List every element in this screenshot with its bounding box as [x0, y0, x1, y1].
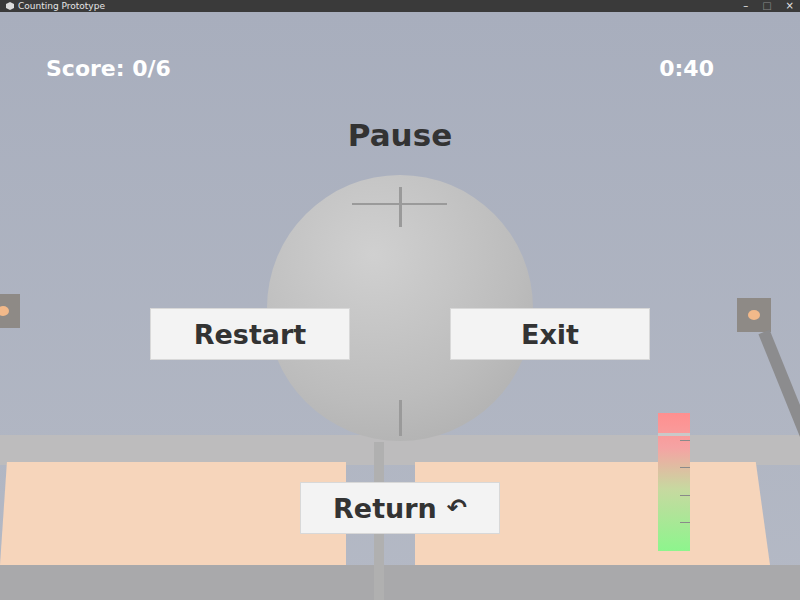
- score-label: Score: 0/6: [46, 54, 171, 84]
- right-post: [737, 298, 771, 332]
- meter-tick: [680, 467, 690, 468]
- meter-marker: [658, 433, 690, 436]
- timer-label: 0:40: [659, 54, 714, 84]
- return-arrow-icon: ↶: [447, 494, 467, 522]
- meter-tick: [680, 522, 690, 523]
- meter-tick: [680, 495, 690, 496]
- window-control-button[interactable]: ×: [786, 0, 794, 12]
- pause-overlay: Score: 0/6 0:40 Pause Restart Exit Return↶: [0, 12, 800, 600]
- game-view: Score: 0/6 0:40 Pause Restart Exit Return↶: [0, 12, 800, 600]
- return-button[interactable]: Return↶: [300, 482, 500, 534]
- ball-mark: [399, 400, 402, 436]
- floor-plank: [0, 462, 346, 565]
- power-meter: [658, 413, 690, 551]
- hud: Score: 0/6 0:40: [0, 12, 800, 84]
- menu-button[interactable]: Restart: [150, 308, 350, 360]
- window-control-button[interactable]: –: [743, 0, 748, 12]
- unity-logo-icon: [6, 2, 14, 10]
- floor-edge: [0, 565, 800, 600]
- ball-mark: [352, 203, 447, 205]
- window-title: Counting Prototype: [18, 0, 105, 12]
- ball-mark: [399, 187, 402, 227]
- menu-button[interactable]: Exit: [450, 308, 650, 360]
- window-control-button: □: [762, 0, 771, 12]
- game-window: Counting Prototype – □ × Score: 0/6 0:40 Pause…: [0, 0, 800, 600]
- title-bar: Counting Prototype – □ ×: [0, 0, 800, 12]
- pause-title: Pause: [348, 115, 452, 155]
- left-post: [0, 294, 20, 328]
- right-stick: [758, 330, 800, 446]
- meter-tick: [680, 440, 690, 441]
